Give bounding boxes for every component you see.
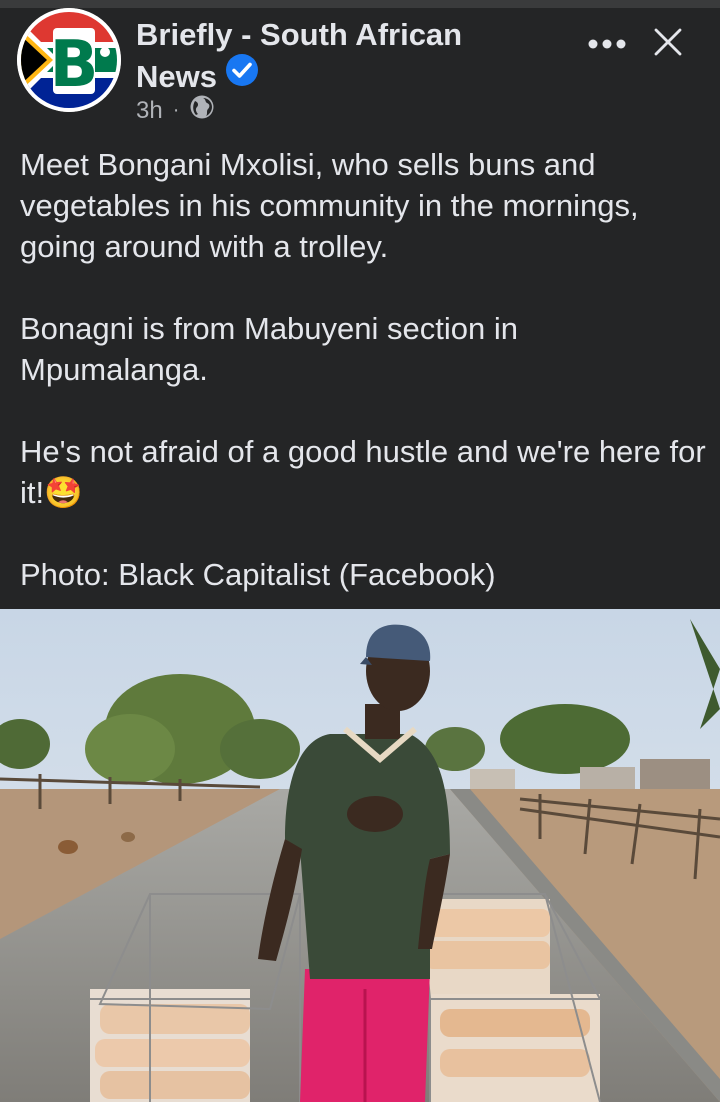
logo-letter: B [50, 28, 99, 102]
caption-paragraph-1: Meet Bongani Mxolisi, who sells buns and… [20, 147, 639, 264]
caption-paragraph-3: He's not afraid of a good hustle and we'… [20, 431, 710, 513]
caption-photo-credit: Photo: Black Capitalist (Facebook) [20, 557, 496, 592]
close-icon [654, 28, 682, 56]
top-divider [0, 0, 720, 8]
page-name[interactable]: Briefly - South African News [136, 14, 536, 101]
post-caption: Meet Bongani Mxolisi, who sells buns and… [20, 144, 710, 595]
verified-badge-icon [225, 53, 259, 98]
post-meta: 3h · [136, 94, 215, 127]
caption-paragraph-3-text: He's not afraid of a good hustle and we'… [20, 434, 706, 510]
meta-separator: · [172, 99, 180, 121]
post-time[interactable]: 3h [136, 97, 163, 125]
page-avatar[interactable]: B [17, 8, 121, 112]
globe-icon[interactable] [189, 94, 215, 127]
post-header: B Briefly - South African News 3h · [0, 8, 720, 128]
briefly-logo-icon: B [17, 8, 121, 112]
more-dots-icon [588, 39, 626, 49]
close-button[interactable] [646, 20, 690, 64]
caption-paragraph-2: Bonagni is from Mabuyeni section in Mpum… [20, 311, 518, 387]
more-options-button[interactable] [583, 24, 631, 64]
page-name-text: Briefly - South African News [136, 17, 463, 94]
post-photo[interactable] [0, 609, 720, 1102]
star-struck-emoji-icon: 🤩 [44, 475, 83, 510]
photo-image [0, 609, 720, 1102]
